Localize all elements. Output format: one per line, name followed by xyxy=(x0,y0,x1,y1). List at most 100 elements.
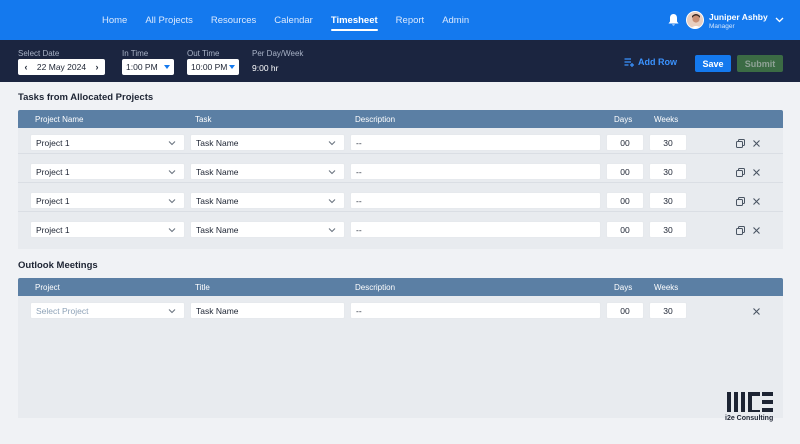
user-role: Manager xyxy=(709,23,735,30)
date-picker[interactable]: ‹ 22 May 2024 › xyxy=(18,59,105,75)
avatar[interactable] xyxy=(686,11,704,29)
task-value: Task Name xyxy=(196,166,239,177)
copy-icon[interactable] xyxy=(736,168,745,177)
user-name: Juniper Ashby xyxy=(709,12,768,22)
task-value: Task Name xyxy=(196,224,239,235)
meetings-table-header: Project Title Description Days Weeks xyxy=(18,278,783,296)
project-select[interactable]: Project 1 xyxy=(30,221,185,238)
weeks-input[interactable]: 30 xyxy=(649,221,687,238)
project-select[interactable]: Select Project xyxy=(30,302,185,319)
project-select[interactable]: Project 1 xyxy=(30,192,185,209)
add-list-icon xyxy=(624,57,634,67)
description-input[interactable]: -- xyxy=(350,302,601,319)
out-time-value: 10:00 PM xyxy=(191,62,228,72)
weeks-input[interactable]: 30 xyxy=(649,192,687,209)
project-value: Project 1 xyxy=(36,195,70,206)
task-select[interactable]: Task Name xyxy=(190,163,345,180)
out-time-select[interactable]: 10:00 PM xyxy=(187,59,239,75)
copy-icon[interactable] xyxy=(736,226,745,235)
out-time-label: Out Time xyxy=(187,49,220,58)
chevron-down-icon[interactable] xyxy=(775,17,784,23)
in-time-label: In Time xyxy=(122,49,149,58)
days-input[interactable]: 00 xyxy=(606,302,644,319)
close-icon[interactable] xyxy=(752,168,761,177)
meetings-table-body: Select Project Task Name -- 00 30 xyxy=(18,296,783,418)
nav-link-timesheet[interactable]: Timesheet xyxy=(330,0,378,40)
chevron-down-icon xyxy=(328,199,336,204)
title-input[interactable]: Task Name xyxy=(190,302,345,319)
nav-link-resources[interactable]: Resources xyxy=(211,0,256,40)
top-navigation-bar: Home All Projects Resources Calendar Tim… xyxy=(0,0,800,40)
table-row: Project 1 Task Name -- 00 30 xyxy=(18,159,783,183)
chevron-down-icon xyxy=(328,141,336,146)
table-row: Project 1 Task Name -- 00 30 xyxy=(18,217,783,241)
column-header-weeks: Weeks xyxy=(654,115,679,124)
weeks-input[interactable]: 30 xyxy=(649,302,687,319)
column-header-description: Description xyxy=(355,115,396,124)
nav-links: Home All Projects Resources Calendar Tim… xyxy=(102,0,487,40)
table-row: Project 1 Task Name -- 00 30 xyxy=(18,130,783,154)
date-value: 22 May 2024 xyxy=(36,62,87,72)
task-value: Task Name xyxy=(196,195,239,206)
task-select[interactable]: Task Name xyxy=(190,134,345,151)
copy-icon[interactable] xyxy=(736,139,745,148)
add-row-label: Add Row xyxy=(638,57,677,67)
table-row: Select Project Task Name -- 00 30 xyxy=(18,298,783,322)
project-value: Project 1 xyxy=(36,166,70,177)
days-input[interactable]: 00 xyxy=(606,221,644,238)
bell-icon[interactable] xyxy=(667,13,680,27)
description-input[interactable]: -- xyxy=(350,134,601,151)
per-day-value: 9:00 hr xyxy=(252,63,279,73)
description-input[interactable]: -- xyxy=(350,221,601,238)
column-header-project: Project Name xyxy=(35,115,84,124)
caret-down-icon xyxy=(164,65,170,69)
in-time-select[interactable]: 1:00 PM xyxy=(122,59,174,75)
weeks-input[interactable]: 30 xyxy=(649,163,687,180)
add-row-button[interactable]: Add Row xyxy=(624,57,677,67)
save-button[interactable]: Save xyxy=(695,55,731,72)
column-header-project: Project xyxy=(35,283,60,292)
days-input[interactable]: 00 xyxy=(606,192,644,209)
task-select[interactable]: Task Name xyxy=(190,221,345,238)
submit-button[interactable]: Submit xyxy=(737,55,783,72)
project-value: Project 1 xyxy=(36,224,70,235)
project-placeholder: Select Project xyxy=(36,305,89,316)
column-header-description: Description xyxy=(355,283,396,292)
description-input[interactable]: -- xyxy=(350,163,601,180)
chevron-right-icon[interactable]: › xyxy=(93,62,101,72)
days-input[interactable]: 00 xyxy=(606,163,644,180)
description-input[interactable]: -- xyxy=(350,192,601,209)
nav-link-all-projects[interactable]: All Projects xyxy=(145,0,193,40)
in-time-value: 1:00 PM xyxy=(126,62,158,72)
chevron-down-icon xyxy=(168,141,176,146)
project-select[interactable]: Project 1 xyxy=(30,134,185,151)
nav-link-admin[interactable]: Admin xyxy=(442,0,469,40)
chevron-down-icon xyxy=(168,309,176,314)
project-select[interactable]: Project 1 xyxy=(30,163,185,180)
per-day-label: Per Day/Week xyxy=(252,49,304,58)
copy-icon[interactable] xyxy=(736,197,745,206)
chevron-down-icon xyxy=(328,170,336,175)
close-icon[interactable] xyxy=(752,139,761,148)
column-header-days: Days xyxy=(614,283,633,292)
close-icon[interactable] xyxy=(752,197,761,206)
weeks-input[interactable]: 30 xyxy=(649,134,687,151)
close-icon[interactable] xyxy=(752,226,761,235)
days-input[interactable]: 00 xyxy=(606,134,644,151)
nav-link-report[interactable]: Report xyxy=(396,0,425,40)
nav-link-calendar[interactable]: Calendar xyxy=(274,0,313,40)
column-header-days: Days xyxy=(614,115,633,124)
nav-link-home[interactable]: Home xyxy=(102,0,127,40)
chevron-down-icon xyxy=(168,199,176,204)
task-value: Task Name xyxy=(196,137,239,148)
table-row: Project 1 Task Name -- 00 30 xyxy=(18,188,783,212)
chevron-left-icon[interactable]: ‹ xyxy=(22,62,30,72)
timesheet-toolbar: Select Date ‹ 22 May 2024 › In Time 1:00… xyxy=(0,40,800,82)
close-icon[interactable] xyxy=(752,307,761,316)
chevron-down-icon xyxy=(168,228,176,233)
column-header-title: Title xyxy=(195,283,210,292)
caret-down-icon xyxy=(229,65,235,69)
tasks-section-title: Tasks from Allocated Projects xyxy=(18,92,154,103)
task-select[interactable]: Task Name xyxy=(190,192,345,209)
tasks-table-body: Project 1 Task Name -- 00 30 Project 1 T… xyxy=(18,128,783,249)
